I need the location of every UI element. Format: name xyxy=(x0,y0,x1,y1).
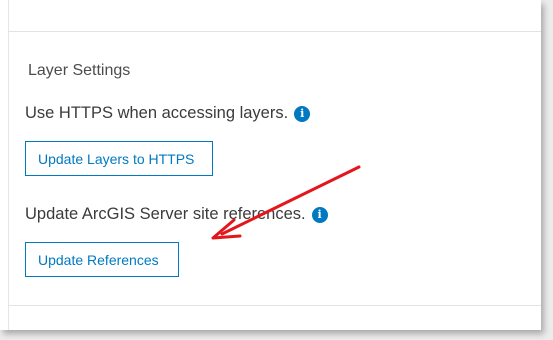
https-setting-label: Use HTTPS when accessing layers. xyxy=(25,104,289,122)
references-setting-row: Update ArcGIS Server site references. i xyxy=(25,205,328,224)
update-layers-to-https-button[interactable]: Update Layers to HTTPS xyxy=(25,141,213,176)
section-divider-bottom xyxy=(8,305,541,306)
info-icon[interactable]: i xyxy=(311,206,328,223)
https-setting-row: Use HTTPS when accessing layers. i xyxy=(25,104,311,123)
update-references-button[interactable]: Update References xyxy=(25,242,179,277)
screenshot-frame: Layer Settings Use HTTPS when accessing … xyxy=(0,0,553,340)
section-heading: Layer Settings xyxy=(28,62,131,79)
section-divider-top xyxy=(8,31,541,32)
references-setting-label: Update ArcGIS Server site references. xyxy=(25,205,306,223)
info-icon[interactable]: i xyxy=(294,105,311,122)
